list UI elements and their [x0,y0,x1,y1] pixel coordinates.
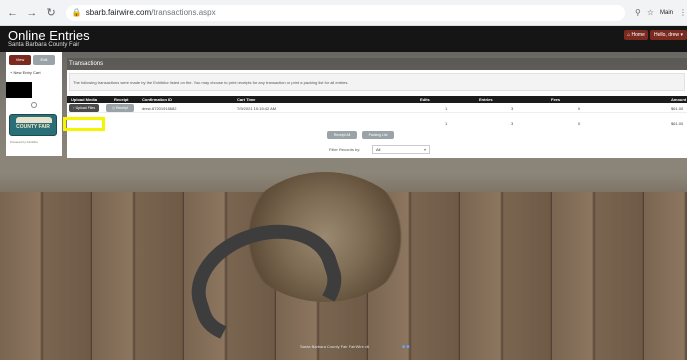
site-title: Online Entries [8,28,90,43]
filter-select[interactable]: All ▾ [372,145,430,154]
upload-icon: ↑ [72,106,75,110]
footer-text: Santa Barbara County Fair FairWire v6 [300,344,370,349]
address-bar[interactable]: 🔒 sbarb.fairwire.com/transactions.aspx [65,4,625,21]
chevron-down-icon: ▾ [423,147,426,152]
profile-button[interactable]: Main [660,10,673,16]
sidebar-edit-button[interactable]: Edit [33,55,55,65]
col-entries: Entries [479,97,493,102]
confirmation-id: drew-67201915682 [142,106,177,111]
menu-icon[interactable]: ⋮ [679,8,687,17]
totals-row: 1 3 0 $61.00 [67,118,687,126]
home-button[interactable]: ⌂ Home [624,30,648,40]
col-confirmation: Confirmation ID [142,97,172,102]
user-menu-button[interactable]: Hello, drew ▾ [650,30,687,40]
notice-text: The following transactions were made by … [69,73,685,91]
social-icons[interactable]: ■ ■ [402,344,409,350]
site-header: Online Entries Santa Barbara County Fair… [0,26,687,52]
col-edits: Edits [420,97,430,102]
row-edits: 1 [445,106,448,111]
new-entry-cart-link[interactable]: + New Entry Cart [10,70,41,75]
col-upload-media: Upload Media [71,97,98,102]
receipt-button[interactable]: ⎙ Receipt [106,104,134,112]
total-fees: 0 [578,121,581,126]
col-cart-time: Cart Time [237,97,256,102]
avatar [31,102,37,108]
receipt-all-button[interactable]: Receipt All [327,131,357,139]
redacted-block [6,82,32,98]
forward-arrow-icon[interactable]: → [25,6,38,20]
filter-row: Filter Records by: All ▾ [67,144,687,156]
col-receipt: Receipt [114,97,129,102]
cart-time: 7/9/2021 10:15:42 AM [237,106,277,111]
sidebar: View Edit + New Entry Cart COUNTY FAIR P… [6,52,62,156]
total-edits: 1 [445,121,448,126]
chevron-down-icon: ▾ [680,32,683,38]
reload-icon[interactable]: ↻ [45,6,58,20]
search-icon[interactable]: ⚲ [635,8,641,17]
back-arrow-icon[interactable]: ← [6,6,19,20]
col-fees: Fees [551,97,561,102]
col-amount: Amount [671,97,687,102]
url-text: sbarb.fairwire.com/transactions.aspx [85,8,216,17]
action-row: Receipt All Packing List [67,129,687,141]
filter-label: Filter Records by: [329,147,361,152]
browser-toolbar: ← → ↻ 🔒 sbarb.fairwire.com/transactions.… [0,0,687,26]
lock-icon: 🔒 [71,8,82,17]
star-icon[interactable]: ☆ [647,8,654,17]
row-amount: $61.00 [671,106,684,111]
site-subtitle: Santa Barbara County Fair [8,42,80,48]
home-icon: ⌂ [627,32,631,38]
plus-icon: + [10,70,13,75]
county-fair-logo: COUNTY FAIR [9,114,57,136]
total-amount: $61.00 [671,121,684,126]
table-row: ↑ Upload Files ⎙ Receipt drew-6720191568… [67,103,687,113]
upload-files-button[interactable]: ↑ Upload Files [69,104,99,112]
twitter-icon[interactable]: ■ [406,344,409,350]
panel-title: Transactions [69,61,104,67]
table-header: Upload Media Receipt Confirmation ID Car… [67,96,687,103]
sidebar-view-button[interactable]: View [9,55,31,65]
facebook-icon[interactable]: ■ [402,344,405,350]
row-entries: 3 [511,106,514,111]
packing-list-button[interactable]: Packing List [362,131,394,139]
row-fees: 0 [578,106,581,111]
transactions-panel: Transactions The following transactions … [63,58,687,158]
powered-by: Powered by FairWire [10,140,39,144]
print-icon: ⎙ [112,106,115,110]
total-entries: 3 [511,121,514,126]
